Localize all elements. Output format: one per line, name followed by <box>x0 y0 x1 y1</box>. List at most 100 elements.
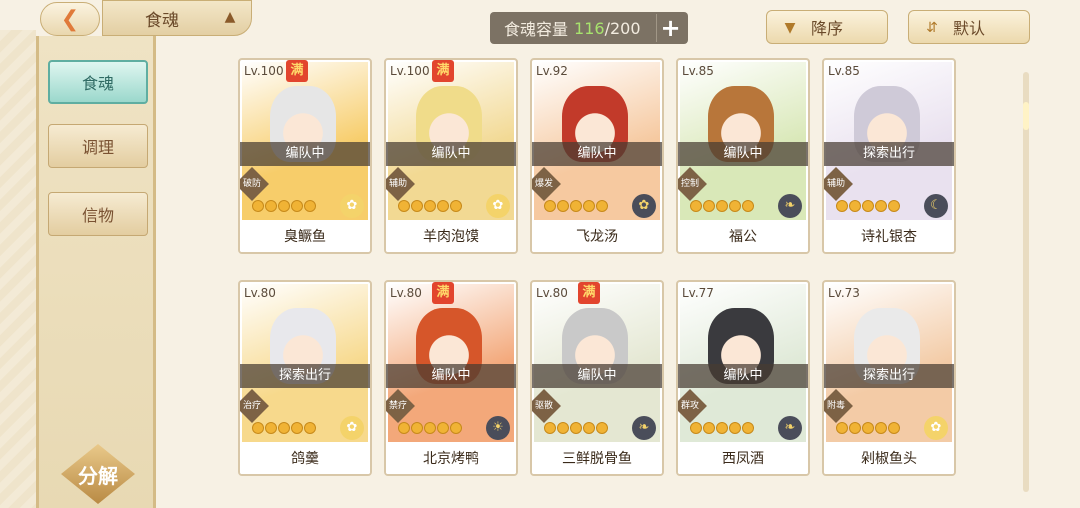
food-soul-card[interactable]: Lv.92 编队中 爆发 ✿ 飞龙汤 <box>530 58 664 254</box>
food-soul-card[interactable]: Lv.73 探索出行 附毒 ✿ 剁椒鱼头 <box>822 280 956 476</box>
role-label: 附毒 <box>826 400 846 411</box>
title-tab: 食魂 ▲ <box>102 0 252 36</box>
sidebar-item-label: 调理 <box>81 138 114 157</box>
level-label: Lv.100 <box>244 64 284 78</box>
status-badge: 探索出行 <box>824 142 954 166</box>
food-soul-card[interactable]: Lv.80 满编队中 禁疗 ☀ 北京烤鸭 <box>384 280 518 476</box>
star-icon <box>291 200 303 212</box>
star-icon <box>836 422 848 434</box>
star-rating <box>544 422 608 436</box>
food-soul-card[interactable]: Lv.85 编队中控制 ❧ 福公 <box>676 58 810 254</box>
food-soul-card[interactable]: Lv.80 探索出行 治疗 ✿ 鸽羹 <box>238 280 372 476</box>
food-soul-card[interactable]: Lv.77 编队中 群攻 ❧ 西凤酒 <box>676 280 810 476</box>
star-icon <box>424 200 436 212</box>
star-icon <box>596 422 608 434</box>
star-icon <box>888 200 900 212</box>
level-label: Lv.80 <box>390 286 422 300</box>
star-icon <box>557 422 569 434</box>
page-title: 食魂 <box>145 10 179 31</box>
star-icon <box>690 200 702 212</box>
star-icon <box>729 200 741 212</box>
star-icon <box>690 422 702 434</box>
star-icon <box>849 422 861 434</box>
role-label: 驱散 <box>534 400 554 411</box>
sidebar-item-label: 食魂 <box>81 74 114 93</box>
sort-default-label: 默认 <box>952 19 985 38</box>
max-badge: 满 <box>432 60 454 82</box>
moon-icon: ☾ <box>924 194 948 218</box>
star-icon <box>278 200 290 212</box>
star-icon <box>265 200 277 212</box>
status-badge: 编队中 <box>678 142 808 166</box>
pavilion-icon[interactable]: ▲ <box>219 9 241 27</box>
food-soul-card[interactable]: Lv.85 探索出行 辅助 ☾ 诗礼银杏 <box>822 58 956 254</box>
sort-default-button[interactable]: ⇵ 默认 <box>908 10 1030 44</box>
role-label: 治疗 <box>242 400 262 411</box>
triangle-down-icon: ▼ <box>784 20 796 36</box>
scrollbar-thumb[interactable] <box>1023 102 1029 130</box>
star-icon <box>583 422 595 434</box>
role-label: 群攻 <box>680 400 700 411</box>
status-badge: 探索出行 <box>240 364 370 388</box>
sort-order-label: 降序 <box>810 19 843 38</box>
star-icon <box>278 422 290 434</box>
star-rating <box>836 422 900 436</box>
max-badge: 满 <box>286 60 308 82</box>
star-icon <box>450 422 462 434</box>
level-label: Lv.80 <box>244 286 276 300</box>
role-label: 控制 <box>680 178 700 189</box>
leaf-icon: ❧ <box>778 194 802 218</box>
flower-icon: ✿ <box>924 416 948 440</box>
level-label: Lv.85 <box>828 64 860 78</box>
back-button[interactable]: ❮ <box>40 2 100 36</box>
star-icon <box>304 422 316 434</box>
sidebar-item-food-soul[interactable]: 食魂 <box>48 60 148 104</box>
role-label: 辅助 <box>388 178 408 189</box>
star-icon <box>424 422 436 434</box>
level-label: Lv.92 <box>536 64 568 78</box>
card-name: 三鲜脱骨鱼 <box>532 444 662 474</box>
level-label: Lv.77 <box>682 286 714 300</box>
level-label: Lv.85 <box>682 64 714 78</box>
star-icon <box>742 200 754 212</box>
capacity-add-button[interactable]: + <box>656 14 684 42</box>
food-soul-card[interactable]: Lv.80 满编队中 驱散 ❧ 三鲜脱骨鱼 <box>530 280 664 476</box>
card-name: 福公 <box>678 222 808 252</box>
star-icon <box>437 200 449 212</box>
sidebar-item-label: 信物 <box>81 206 114 225</box>
decompose-button[interactable]: 分解 <box>61 444 135 504</box>
star-icon <box>544 200 556 212</box>
star-icon <box>411 200 423 212</box>
status-badge: 编队中 <box>386 142 516 166</box>
food-soul-card[interactable]: Lv.100 满编队中 破防 ✿ 臭鳜鱼 <box>238 58 372 254</box>
top-bar: ❮ 食魂 ▲ 食魂容量 116 /200 + ▼ 降序 ⇵ 默认 <box>0 0 1080 44</box>
role-label: 爆发 <box>534 178 554 189</box>
star-icon <box>729 422 741 434</box>
star-icon <box>398 422 410 434</box>
star-rating <box>252 422 316 436</box>
star-icon <box>583 200 595 212</box>
scrollbar[interactable] <box>1023 72 1029 492</box>
sort-order-button[interactable]: ▼ 降序 <box>766 10 888 44</box>
status-badge: 编队中 <box>532 364 662 388</box>
sidebar-item-conditioning[interactable]: 调理 <box>48 124 148 168</box>
sidebar-item-tokens[interactable]: 信物 <box>48 192 148 236</box>
role-label: 辅助 <box>826 178 846 189</box>
card-name: 羊肉泡馍 <box>386 222 516 252</box>
star-icon <box>252 200 264 212</box>
level-label: Lv.80 <box>536 286 568 300</box>
star-icon <box>862 200 874 212</box>
side-panel: 食魂 调理 信物 分解 <box>36 36 156 508</box>
star-icon <box>557 200 569 212</box>
star-icon <box>596 200 608 212</box>
decompose-label: 分解 <box>78 463 118 488</box>
flower-icon: ✿ <box>340 194 364 218</box>
role-label: 破防 <box>242 178 262 189</box>
level-label: Lv.100 <box>390 64 430 78</box>
food-soul-card[interactable]: Lv.100 满编队中 辅助 ✿ 羊肉泡馍 <box>384 58 518 254</box>
role-label: 禁疗 <box>388 400 408 411</box>
star-icon <box>570 422 582 434</box>
star-icon <box>836 200 848 212</box>
star-rating <box>252 200 316 214</box>
capacity-current: 116 <box>574 18 605 38</box>
